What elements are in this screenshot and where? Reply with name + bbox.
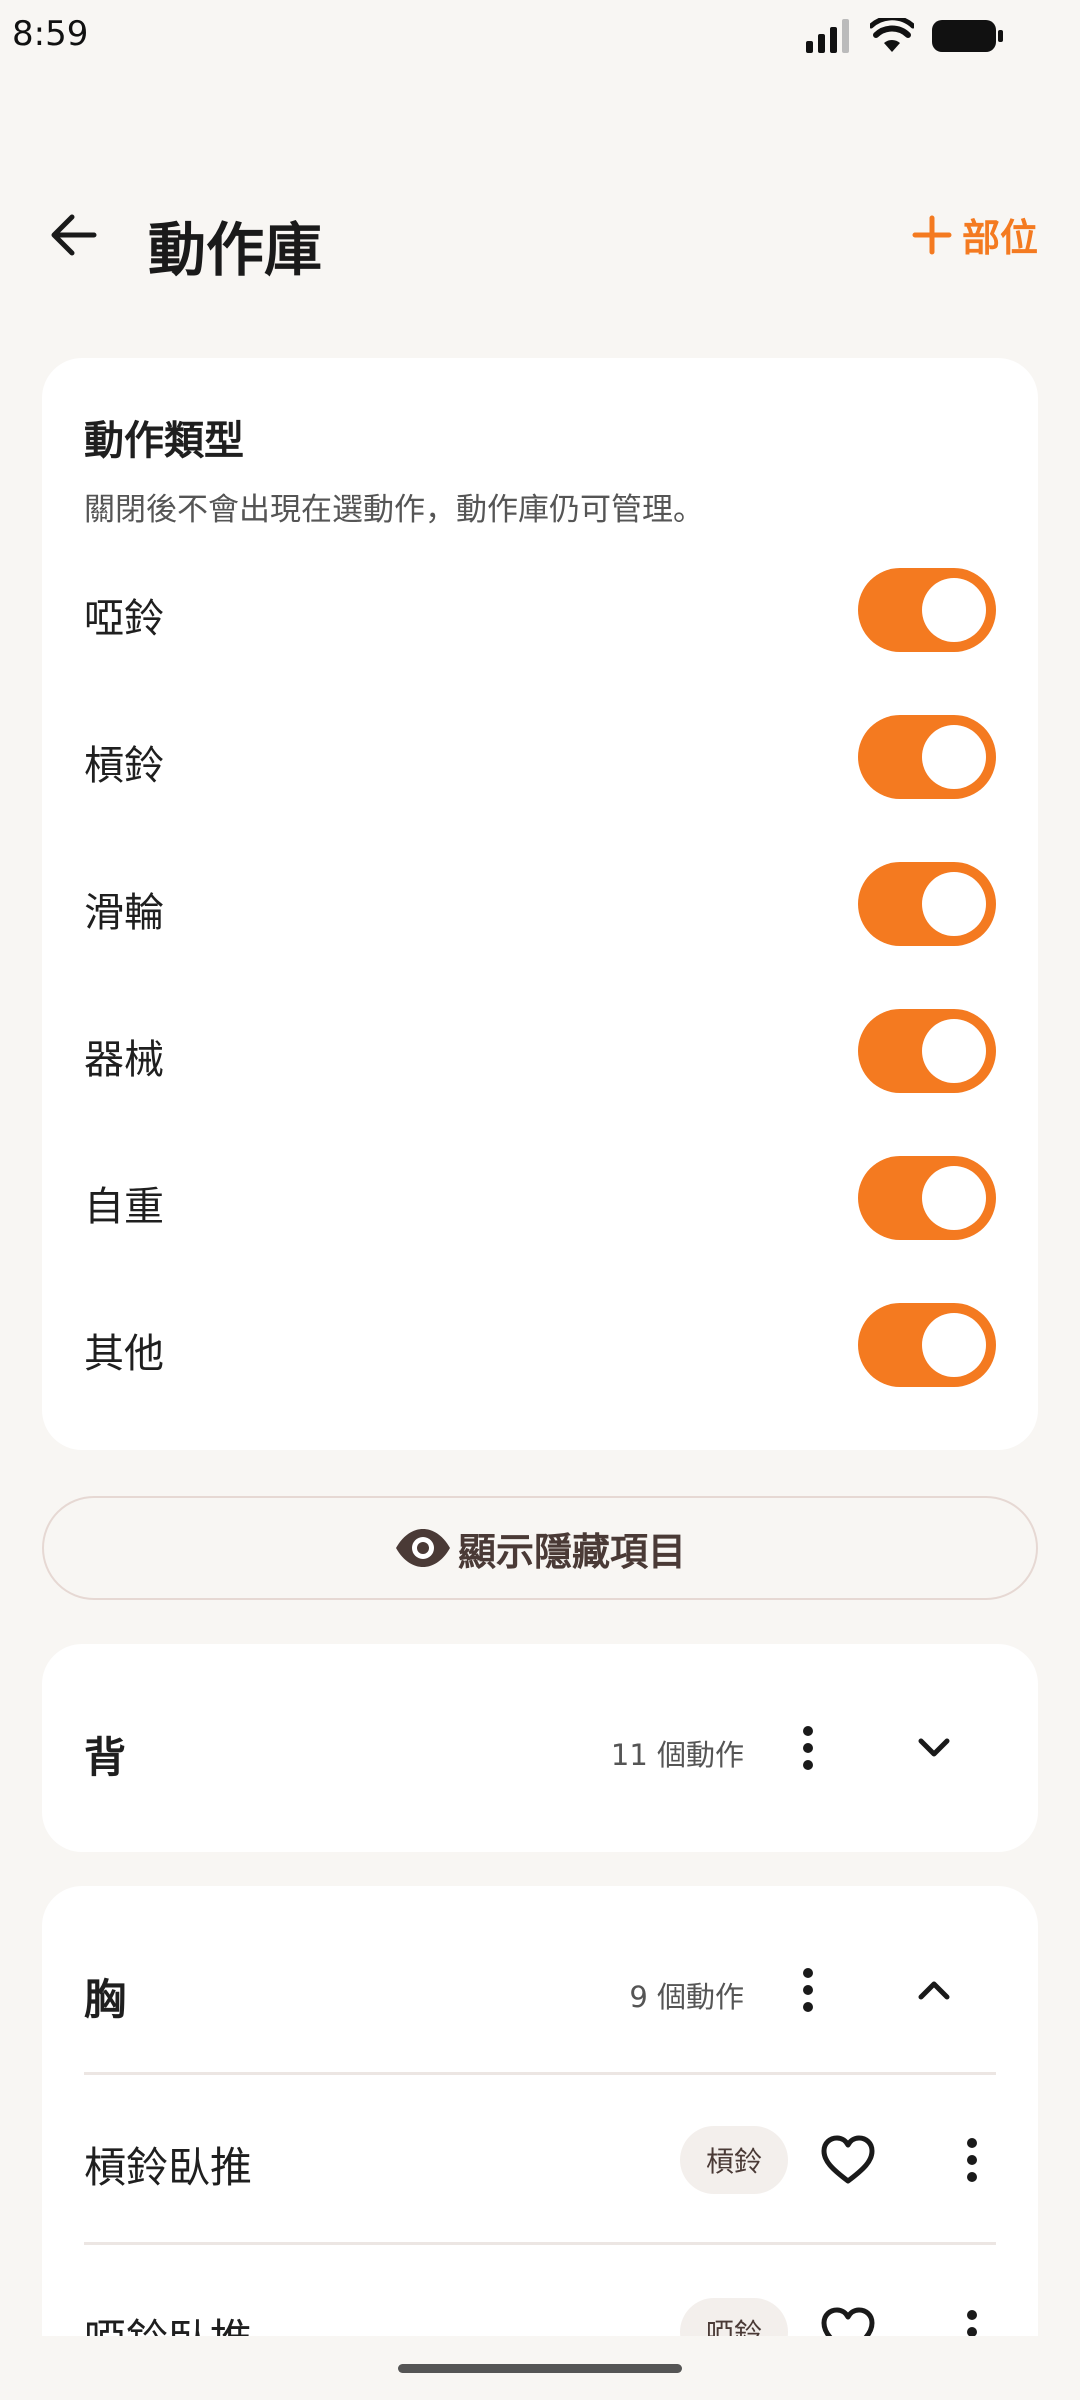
back-button[interactable] bbox=[44, 207, 104, 263]
exercise-types-card: 動作類型 關閉後不會出現在選動作，動作庫仍可管理。 啞鈴 槓鈴 滑輪 器械 自重… bbox=[42, 358, 1038, 1450]
signal-icon bbox=[806, 19, 849, 53]
more-vertical-icon bbox=[967, 2138, 977, 2182]
plus-icon bbox=[912, 215, 952, 254]
toggle-knob bbox=[922, 1166, 986, 1230]
exercise-row[interactable]: 槓鈴臥推 槓鈴 bbox=[84, 2076, 996, 2244]
status-icons bbox=[806, 18, 1004, 54]
type-toggle[interactable] bbox=[858, 1009, 996, 1093]
type-label: 其他 bbox=[84, 1331, 164, 1377]
type-toggle[interactable] bbox=[858, 862, 996, 946]
types-card-title: 動作類型 bbox=[84, 418, 244, 464]
toggle-knob bbox=[922, 725, 986, 789]
exercise-name: 槓鈴臥推 bbox=[84, 2143, 253, 2192]
exercise-more-button[interactable] bbox=[942, 2130, 1002, 2190]
types-card-description: 關閉後不會出現在選動作，動作庫仍可管理。 bbox=[84, 492, 704, 528]
group-more-button[interactable] bbox=[778, 1960, 838, 2020]
type-row-other: 其他 bbox=[84, 1299, 996, 1389]
battery-icon bbox=[932, 20, 1003, 52]
type-label: 自重 bbox=[84, 1184, 164, 1230]
eye-icon bbox=[395, 1529, 450, 1567]
chevron-up-icon bbox=[918, 1981, 950, 2000]
add-part-label: 部位 bbox=[961, 216, 1038, 260]
toggle-knob bbox=[922, 1313, 986, 1377]
group-card-back[interactable]: 背 11 個動作 bbox=[42, 1644, 1038, 1852]
type-row-machine: 器械 bbox=[84, 1005, 996, 1095]
group-expand-button[interactable] bbox=[904, 1718, 964, 1778]
favorite-button[interactable] bbox=[816, 2128, 880, 2192]
type-row-dumbbell: 啞鈴 bbox=[84, 564, 996, 654]
group-title: 背 bbox=[84, 1733, 127, 1782]
type-label: 啞鈴 bbox=[84, 596, 164, 642]
type-label: 滑輪 bbox=[84, 890, 164, 936]
screen: 8:59 動作庫 部位 動作類型 關閉後不會出現在選動作，動作庫仍可管理。 啞鈴… bbox=[0, 0, 1080, 2400]
chevron-down-icon bbox=[918, 1738, 950, 1757]
type-toggle[interactable] bbox=[858, 1156, 996, 1240]
show-hidden-button[interactable]: 顯示隱藏項目 bbox=[42, 1496, 1038, 1600]
type-label: 槓鈴 bbox=[84, 743, 164, 789]
add-part-button[interactable]: 部位 bbox=[912, 207, 1038, 262]
header: 動作庫 部位 bbox=[0, 185, 1080, 285]
toggle-knob bbox=[922, 872, 986, 936]
heart-icon bbox=[821, 2135, 875, 2184]
home-indicator[interactable] bbox=[398, 2364, 682, 2373]
type-row-cable: 滑輪 bbox=[84, 858, 996, 948]
wifi-icon bbox=[870, 18, 914, 52]
type-label: 器械 bbox=[84, 1037, 164, 1083]
type-row-barbell: 槓鈴 bbox=[84, 711, 996, 801]
toggle-knob bbox=[922, 1019, 986, 1083]
status-bar: 8:59 bbox=[0, 0, 1080, 70]
more-vertical-icon bbox=[803, 1726, 813, 1770]
more-vertical-icon bbox=[803, 1968, 813, 2012]
group-card-chest: 胸 9 個動作 槓鈴臥推 槓鈴 啞鈴 bbox=[42, 1886, 1038, 2400]
divider bbox=[84, 2242, 996, 2245]
type-toggle[interactable] bbox=[858, 1303, 996, 1387]
toggle-knob bbox=[922, 578, 986, 642]
type-toggle[interactable] bbox=[858, 568, 996, 652]
status-time: 8:59 bbox=[12, 14, 89, 54]
type-toggle[interactable] bbox=[858, 715, 996, 799]
group-title: 胸 bbox=[84, 1975, 127, 2024]
exercise-type-badge: 槓鈴 bbox=[680, 2126, 788, 2194]
divider bbox=[84, 2072, 996, 2075]
show-hidden-label: 顯示隱藏項目 bbox=[457, 1529, 686, 1574]
group-count: 9 個動作 bbox=[629, 1980, 744, 2014]
type-row-bodyweight: 自重 bbox=[84, 1152, 996, 1242]
page-title: 動作庫 bbox=[148, 216, 323, 284]
group-count: 11 個動作 bbox=[610, 1738, 744, 1772]
back-arrow-icon bbox=[51, 214, 97, 256]
group-collapse-button[interactable] bbox=[904, 1960, 964, 2020]
group-more-button[interactable] bbox=[778, 1718, 838, 1778]
